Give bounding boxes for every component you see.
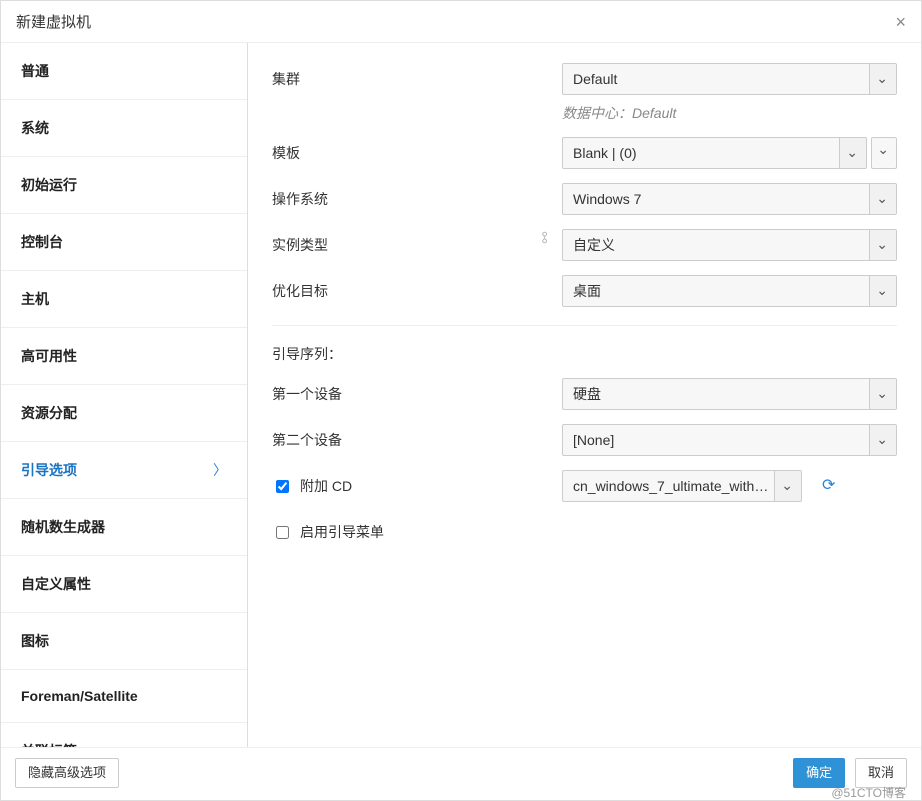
sidebar-item-label: 普通 (21, 61, 49, 81)
sidebar-item-high-availability[interactable]: 高可用性 (1, 328, 247, 385)
sidebar-item-foreman-satellite[interactable]: Foreman/Satellite (1, 670, 247, 723)
boot-order-heading: 引导序列： (272, 344, 897, 364)
sidebar-item-boot-options[interactable]: 引导选项 〉 (1, 442, 247, 499)
sidebar-item-random-generator[interactable]: 随机数生成器 (1, 499, 247, 556)
sidebar-item-label: 图标 (21, 631, 49, 651)
sidebar-item-label: 自定义属性 (21, 574, 91, 594)
dialog-footer: 隐藏高级选项 确定 取消 (1, 747, 921, 800)
second-device-label: 第二个设备 (272, 424, 442, 450)
cd-image-value: cn_windows_7_ultimate_with_sp1_x8 (573, 478, 802, 494)
template-label: 模板 (272, 137, 442, 163)
instance-type-value: 自定义 (573, 237, 615, 253)
first-device-label: 第一个设备 (272, 378, 442, 404)
sidebar-item-console[interactable]: 控制台 (1, 214, 247, 271)
cluster-label: 集群 (272, 63, 442, 89)
second-device-select[interactable]: [None] (562, 424, 897, 456)
sidebar-item-system[interactable]: 系统 (1, 100, 247, 157)
sidebar-item-host[interactable]: 主机 (1, 271, 247, 328)
attach-cd-checkbox[interactable] (276, 480, 289, 493)
sidebar-item-label: 主机 (21, 289, 49, 309)
chevron-right-icon: 〉 (213, 460, 227, 480)
template-subversion-select[interactable] (871, 137, 897, 169)
sidebar-item-label: 控制台 (21, 232, 63, 252)
sidebar-item-label: Foreman/Satellite (21, 688, 138, 704)
optimize-label: 优化目标 (272, 275, 442, 301)
instance-type-select[interactable]: 自定义 (562, 229, 897, 261)
hide-advanced-button[interactable]: 隐藏高级选项 (15, 758, 119, 788)
dialog-body: 普通 系统 初始运行 控制台 主机 高可用性 资源分配 引导选项 〉 (1, 43, 921, 747)
content-panel: 集群 Default 数据中心：Default 模板 Blank | (0) (248, 43, 921, 747)
attach-cd-label[interactable]: 附加 CD (300, 476, 352, 496)
optimize-value: 桌面 (573, 283, 601, 299)
sidebar-item-icon[interactable]: 图标 (1, 613, 247, 670)
sidebar: 普通 系统 初始运行 控制台 主机 高可用性 资源分配 引导选项 〉 (1, 43, 248, 747)
sidebar-item-label: 初始运行 (21, 175, 77, 195)
optimize-select[interactable]: 桌面 (562, 275, 897, 307)
second-device-value: [None] (573, 432, 614, 448)
sidebar-item-affinity-labels[interactable]: 关联标签 (1, 723, 247, 747)
cluster-value: Default (573, 71, 617, 87)
dialog-header: 新建虚拟机 × (1, 1, 921, 43)
instance-type-label: 实例类型 (272, 229, 442, 255)
os-select[interactable]: Windows 7 (562, 183, 897, 215)
link-icon: ⚯ (536, 232, 553, 244)
sidebar-item-initial-run[interactable]: 初始运行 (1, 157, 247, 214)
sidebar-item-label: 资源分配 (21, 403, 77, 423)
ok-button[interactable]: 确定 (793, 758, 845, 788)
enable-boot-menu-checkbox[interactable] (276, 526, 289, 539)
cancel-button[interactable]: 取消 (855, 758, 907, 788)
section-divider (272, 325, 897, 326)
close-icon[interactable]: × (895, 13, 906, 31)
template-value: Blank | (0) (573, 145, 637, 161)
cd-image-select[interactable]: cn_windows_7_ultimate_with_sp1_x8 (562, 470, 802, 502)
refresh-icon[interactable]: ⟳ (822, 470, 835, 502)
dialog-title: 新建虚拟机 (16, 11, 91, 32)
enable-boot-menu-label[interactable]: 启用引导菜单 (300, 522, 384, 542)
os-label: 操作系统 (272, 183, 442, 209)
first-device-select[interactable]: 硬盘 (562, 378, 897, 410)
cluster-select[interactable]: Default (562, 63, 897, 95)
os-value: Windows 7 (573, 191, 641, 207)
sidebar-item-label: 系统 (21, 118, 49, 138)
sidebar-item-label: 随机数生成器 (21, 517, 105, 537)
sidebar-item-general[interactable]: 普通 (1, 43, 247, 100)
first-device-value: 硬盘 (573, 386, 601, 402)
sidebar-item-custom-properties[interactable]: 自定义属性 (1, 556, 247, 613)
template-select[interactable]: Blank | (0) (562, 137, 867, 169)
data-center-note: 数据中心：Default (562, 103, 897, 123)
sidebar-item-resource-allocation[interactable]: 资源分配 (1, 385, 247, 442)
sidebar-item-label: 引导选项 (21, 460, 77, 480)
sidebar-item-label: 高可用性 (21, 346, 77, 366)
